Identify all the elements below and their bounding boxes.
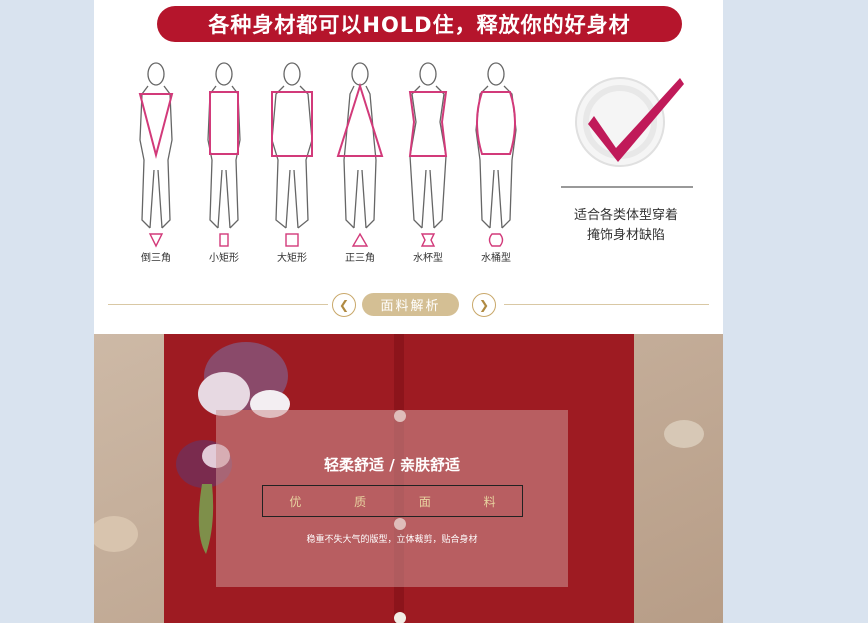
page-frame: 各种身材都可以HOLD住，释放你的好身材 倒三角 小矩形 大矩形 正三角 水杯型… xyxy=(0,0,868,623)
badge-line-2: 掩饰身材缺陷 xyxy=(586,228,665,243)
body-type-label: 大矩形 xyxy=(277,253,307,264)
body-type-label: 小矩形 xyxy=(209,253,239,264)
badge-divider xyxy=(561,186,693,188)
body-figure-small-rectangle xyxy=(207,62,241,229)
inverted-triangle-icon xyxy=(148,233,164,248)
large-rectangle-icon xyxy=(285,233,299,247)
fabric-quality-char: 面 xyxy=(418,494,431,509)
body-type-label: 水杯型 xyxy=(413,253,443,264)
barrel-icon xyxy=(488,233,504,247)
body-type-label: 倒三角 xyxy=(141,253,171,264)
body-figure-large-rectangle xyxy=(271,62,313,229)
body-figure-hourglass xyxy=(408,62,448,229)
chevron-left-icon: ❮ xyxy=(338,298,350,312)
body-figure-triangle xyxy=(336,62,384,229)
body-figure-inverted-triangle xyxy=(138,62,174,229)
body-type-label: 水桶型 xyxy=(481,253,511,264)
body-figure-barrel xyxy=(475,62,517,229)
fabric-title: 轻柔舒适 / 亲肤舒适 xyxy=(324,456,460,474)
fabric-info-panel: 轻柔舒适 / 亲肤舒适 优 质 面 料 稳重不失大气的版型，立体裁剪，贴合身材 xyxy=(216,410,568,587)
product-detail-content: 各种身材都可以HOLD住，释放你的好身材 倒三角 小矩形 大矩形 正三角 水杯型… xyxy=(94,0,723,623)
prev-arrow-button[interactable]: ❮ xyxy=(332,293,356,317)
small-rectangle-icon xyxy=(219,233,229,247)
right-margin xyxy=(723,0,868,623)
fabric-photo: 轻柔舒适 / 亲肤舒适 优 质 面 料 稳重不失大气的版型，立体裁剪，贴合身材 xyxy=(94,334,723,623)
chevron-right-icon: ❯ xyxy=(478,298,490,312)
header-banner: 各种身材都可以HOLD住，释放你的好身材 xyxy=(157,6,682,42)
fabric-quality-box: 优 质 面 料 xyxy=(262,485,523,517)
badge-text: 适合各类体型穿着 掩饰身材缺陷 xyxy=(556,206,696,246)
left-margin xyxy=(0,0,94,623)
fabric-quality-char: 优 xyxy=(289,494,302,509)
fabric-quality-char: 料 xyxy=(483,494,496,509)
body-type-label: 正三角 xyxy=(345,253,375,264)
section-divider-left xyxy=(108,304,328,305)
section-divider-right xyxy=(504,304,709,305)
triangle-icon xyxy=(351,232,369,247)
section-title: 面料解析 xyxy=(362,293,459,316)
checkmark-icon xyxy=(575,77,684,167)
next-arrow-button[interactable]: ❯ xyxy=(472,293,496,317)
badge-line-1: 适合各类体型穿着 xyxy=(573,208,678,223)
fabric-subtitle: 稳重不失大气的版型，立体裁剪，贴合身材 xyxy=(306,535,478,545)
hourglass-icon xyxy=(420,233,436,247)
fabric-quality-char: 质 xyxy=(354,494,367,509)
